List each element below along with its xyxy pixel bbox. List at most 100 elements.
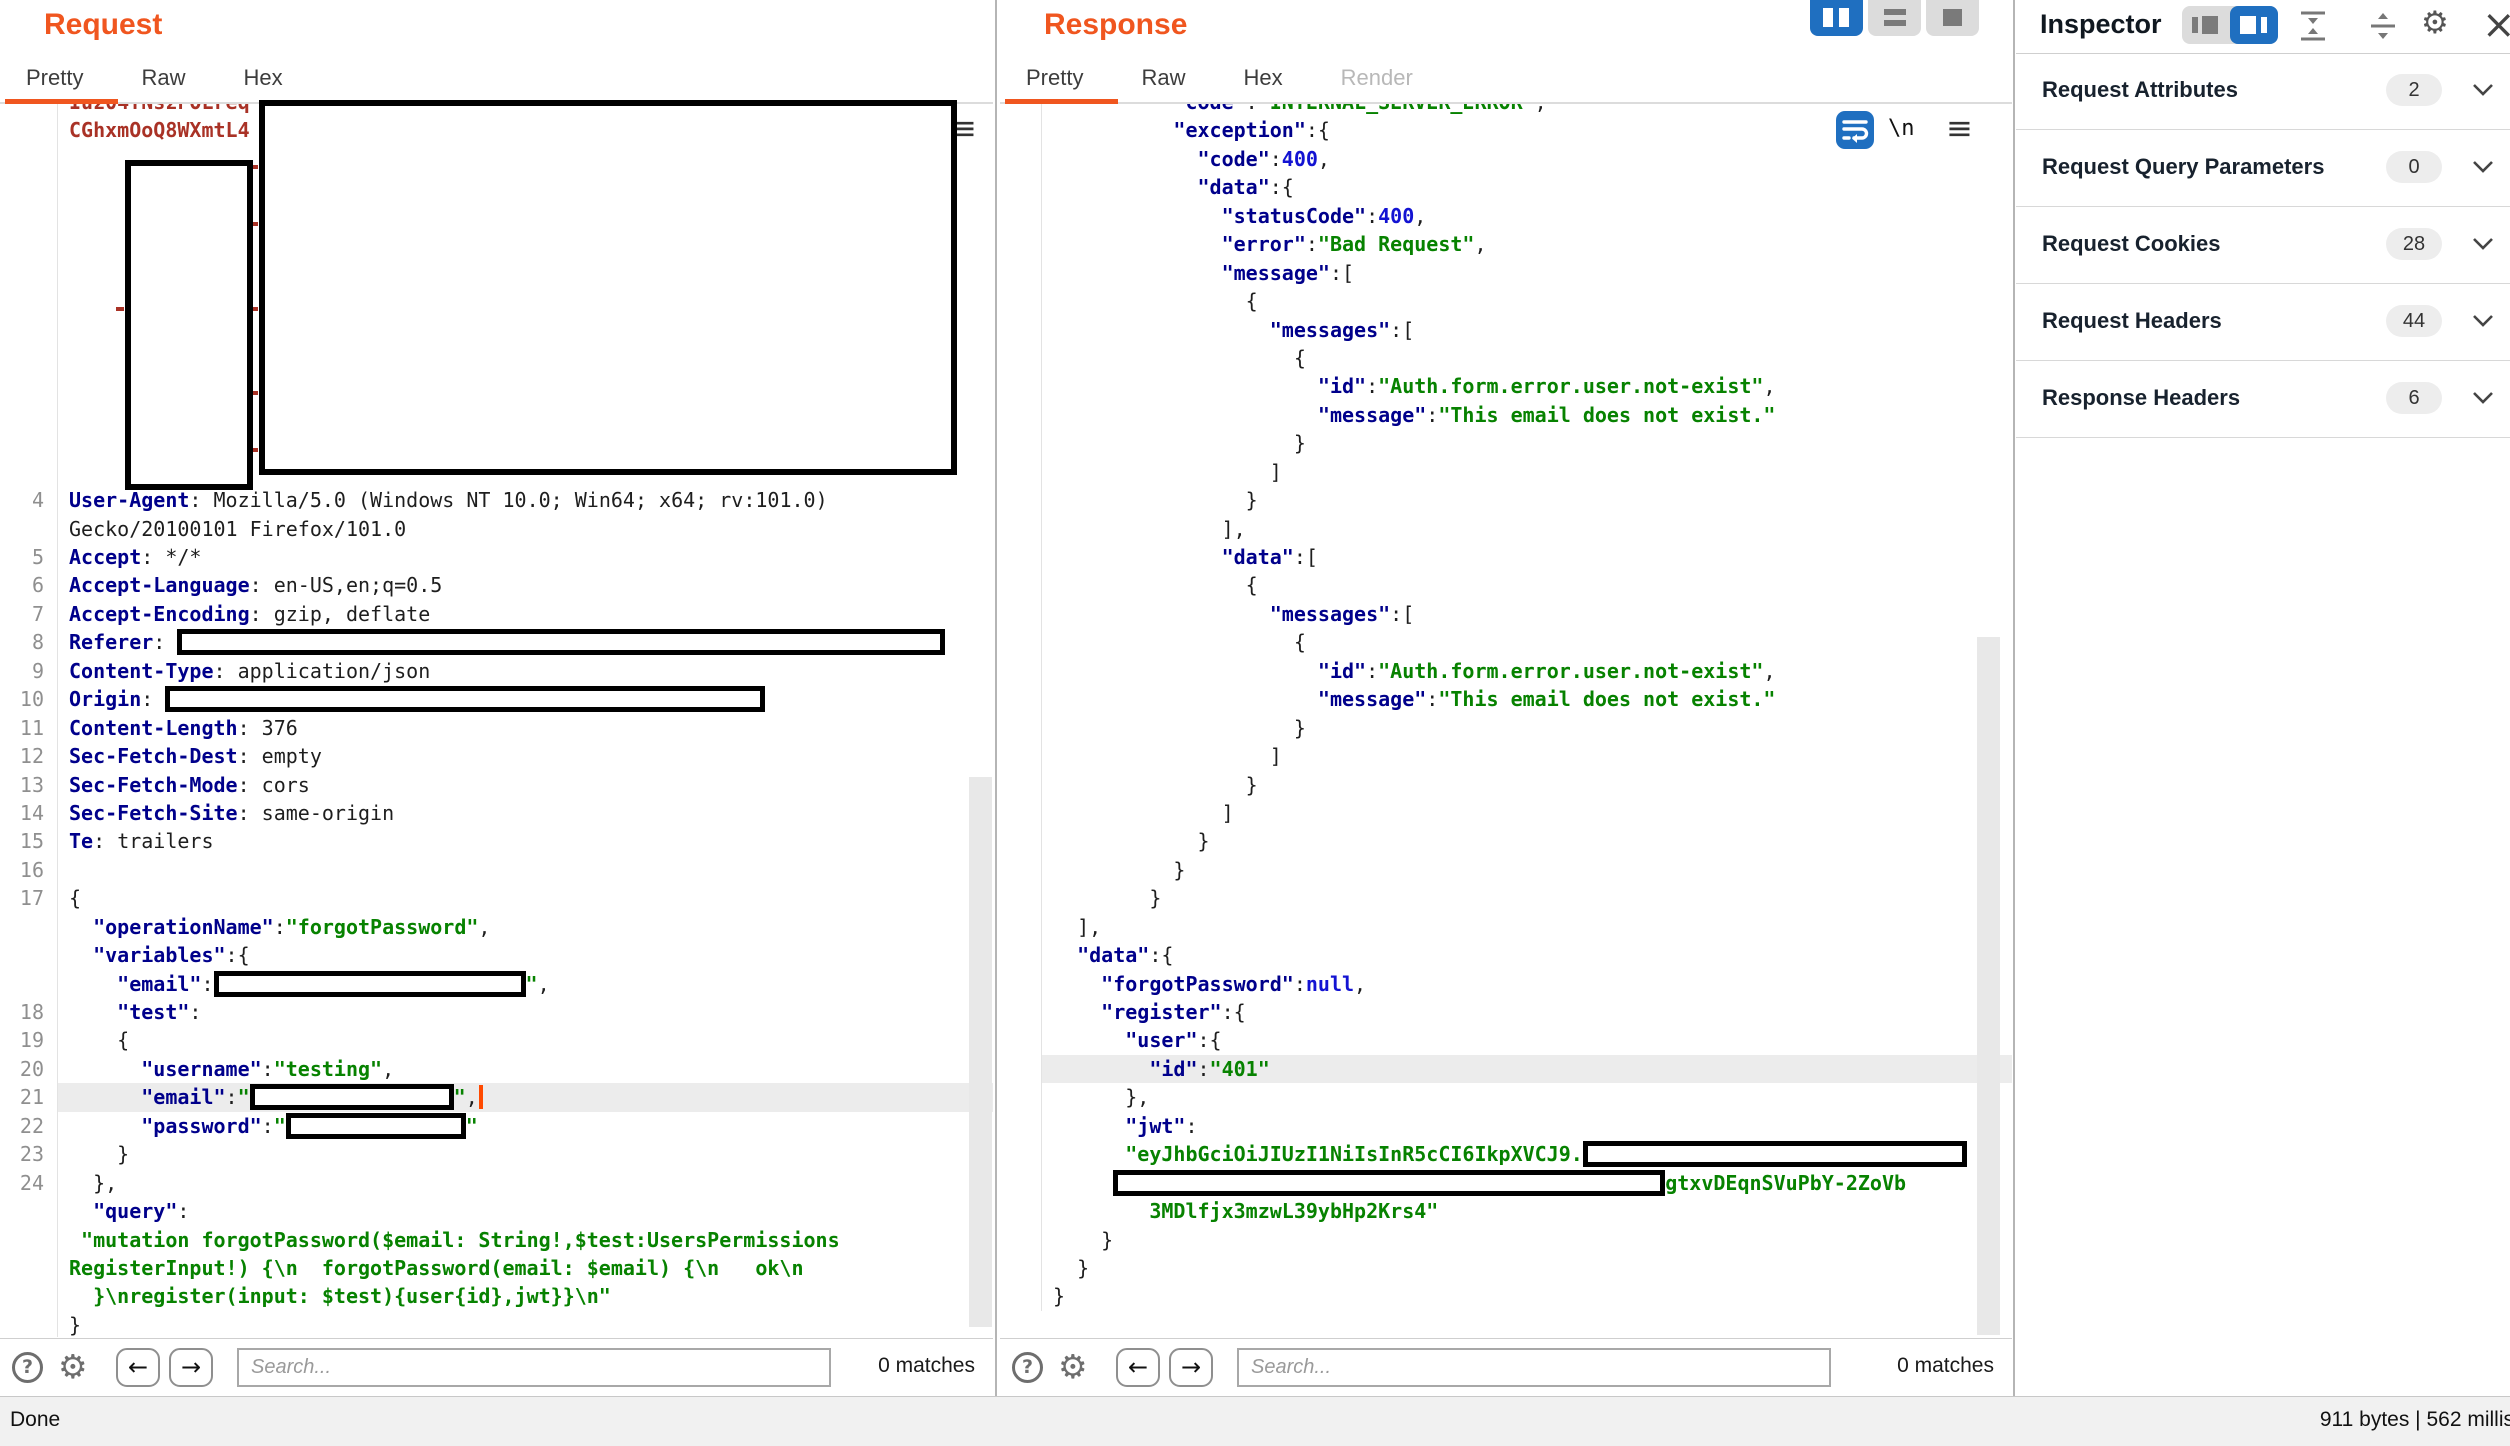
- code-line[interactable]: 10Origin:: [0, 685, 993, 713]
- panel-divider[interactable]: [2013, 0, 2015, 1396]
- response-scrollbar-thumb[interactable]: [1977, 637, 2000, 1335]
- code-line[interactable]: RegisterInput!) {\n forgotPassword(email…: [0, 1254, 993, 1282]
- code-line[interactable]: 16: [0, 856, 993, 884]
- code-line[interactable]: "user":{: [1000, 1026, 2012, 1054]
- inspector-settings-icon[interactable]: ⚙: [2421, 5, 2449, 41]
- code-line[interactable]: 18 "test":: [0, 998, 993, 1026]
- code-line[interactable]: }: [0, 1311, 993, 1337]
- inspector-section-request-cookies[interactable]: Request Cookies28: [2016, 207, 2510, 284]
- code-line[interactable]: 14Sec-Fetch-Site: same-origin: [0, 799, 993, 827]
- code-line[interactable]: "mutation forgotPassword($email: String!…: [0, 1226, 993, 1254]
- code-line[interactable]: 24 },: [0, 1169, 993, 1197]
- next-match-button[interactable]: →: [169, 1348, 213, 1387]
- code-line[interactable]: "code":"INTERNAL_SERVER_ERROR",: [1000, 104, 2012, 116]
- code-line[interactable]: }: [1000, 1226, 2012, 1254]
- code-line[interactable]: }: [1000, 771, 2012, 799]
- previous-match-button[interactable]: ←: [1116, 1348, 1160, 1387]
- layout-rows-button[interactable]: [1868, 0, 1921, 36]
- code-line[interactable]: 20 "username":"testing",: [0, 1055, 993, 1083]
- tab-hex[interactable]: Hex: [243, 56, 282, 100]
- inspector-view-right-button[interactable]: [2230, 6, 2278, 44]
- code-line[interactable]: "id":"Auth.form.error.user.not-exist",: [1000, 372, 2012, 400]
- code-line[interactable]: 22 "password":"": [0, 1112, 993, 1140]
- code-line[interactable]: }: [1000, 429, 2012, 457]
- code-line[interactable]: "jwt":: [1000, 1112, 2012, 1140]
- help-icon[interactable]: ?: [1012, 1352, 1043, 1383]
- code-line[interactable]: "register":{: [1000, 998, 2012, 1026]
- code-line[interactable]: "variables":{: [0, 941, 993, 969]
- code-line[interactable]: }\nregister(input: $test){user{id},jwt}}…: [0, 1282, 993, 1310]
- code-line[interactable]: "id":"Auth.form.error.user.not-exist",: [1000, 657, 2012, 685]
- code-line[interactable]: 3MDlfjx3mzwL39ybHp2Krs4": [1000, 1197, 2012, 1225]
- code-line[interactable]: "code":400,: [1000, 145, 2012, 173]
- inspector-view-left-button[interactable]: [2182, 6, 2230, 44]
- code-line[interactable]: 21 "email":"",: [0, 1083, 993, 1111]
- tab-pretty[interactable]: Pretty: [1026, 56, 1083, 100]
- code-line[interactable]: 5Accept: */*: [0, 543, 993, 571]
- code-line[interactable]: ]: [1000, 458, 2012, 486]
- code-line[interactable]: "messages":[: [1000, 316, 2012, 344]
- code-line[interactable]: }: [1000, 827, 2012, 855]
- code-line[interactable]: {: [1000, 628, 2012, 656]
- request-search-input[interactable]: [237, 1348, 831, 1387]
- code-line[interactable]: "statusCode":400,: [1000, 202, 2012, 230]
- layout-single-button[interactable]: [1926, 0, 1979, 36]
- code-line[interactable]: 19 {: [0, 1026, 993, 1054]
- expand-all-icon[interactable]: [2298, 10, 2328, 47]
- code-line[interactable]: }: [1000, 884, 2012, 912]
- chevron-down-icon[interactable]: [2472, 314, 2494, 333]
- chevron-down-icon[interactable]: [2472, 237, 2494, 256]
- code-line[interactable]: "data":{: [1000, 941, 2012, 969]
- previous-match-button[interactable]: ←: [116, 1348, 160, 1387]
- response-search-input[interactable]: [1237, 1348, 1831, 1387]
- code-line[interactable]: }: [1000, 1282, 2012, 1310]
- code-line[interactable]: "message":[: [1000, 259, 2012, 287]
- code-line[interactable]: "data":{: [1000, 173, 2012, 201]
- search-settings-icon[interactable]: ⚙: [1058, 1347, 1088, 1386]
- code-line[interactable]: 11Content-Length: 376: [0, 714, 993, 742]
- code-line[interactable]: "error":"Bad Request",: [1000, 230, 2012, 258]
- tab-render[interactable]: Render: [1341, 56, 1413, 100]
- code-line[interactable]: ]: [1000, 742, 2012, 770]
- layout-columns-button[interactable]: [1810, 0, 1863, 36]
- code-line[interactable]: "data":[: [1000, 543, 2012, 571]
- search-settings-icon[interactable]: ⚙: [58, 1347, 88, 1386]
- help-icon[interactable]: ?: [12, 1352, 43, 1383]
- code-line[interactable]: ],: [1000, 913, 2012, 941]
- code-line[interactable]: ],: [1000, 515, 2012, 543]
- code-line[interactable]: "id":"401": [1000, 1055, 2012, 1083]
- code-line[interactable]: }: [1000, 856, 2012, 884]
- request-scrollbar-thumb[interactable]: [969, 777, 992, 1327]
- code-line[interactable]: {: [1000, 571, 2012, 599]
- code-line[interactable]: {: [1000, 344, 2012, 372]
- code-line[interactable]: 23 }: [0, 1140, 993, 1168]
- chevron-down-icon[interactable]: [2472, 83, 2494, 102]
- code-line[interactable]: 8Referer:: [0, 628, 993, 656]
- tab-raw[interactable]: Raw: [141, 56, 185, 100]
- chevron-down-icon[interactable]: [2472, 391, 2494, 410]
- code-line[interactable]: {: [1000, 287, 2012, 315]
- code-line[interactable]: "eyJhbGciOiJIUzI1NiIsInR5cCI6IkpXVCJ9.: [1000, 1140, 2012, 1168]
- inspector-section-request-attributes[interactable]: Request Attributes2: [2016, 53, 2510, 130]
- code-line[interactable]: 7Accept-Encoding: gzip, deflate: [0, 600, 993, 628]
- code-line[interactable]: gtxvDEqnSVuPbY-2ZoVb: [1000, 1169, 2012, 1197]
- inspector-section-request-headers[interactable]: Request Headers44: [2016, 284, 2510, 361]
- code-line[interactable]: 17{: [0, 884, 993, 912]
- tab-pretty[interactable]: Pretty: [26, 56, 83, 100]
- code-line[interactable]: "query":: [0, 1197, 993, 1225]
- code-line[interactable]: "forgotPassword":null,: [1000, 970, 2012, 998]
- code-line[interactable]: ]: [1000, 799, 2012, 827]
- code-line[interactable]: "message":"This email does not exist.": [1000, 401, 2012, 429]
- chevron-down-icon[interactable]: [2472, 160, 2494, 179]
- code-line[interactable]: Gecko/20100101 Firefox/101.0: [0, 515, 993, 543]
- code-line[interactable]: 6Accept-Language: en-US,en;q=0.5: [0, 571, 993, 599]
- code-line[interactable]: "email":",: [0, 970, 993, 998]
- panel-divider[interactable]: [995, 0, 997, 1396]
- code-line[interactable]: 9Content-Type: application/json: [0, 657, 993, 685]
- code-line[interactable]: 12Sec-Fetch-Dest: empty: [0, 742, 993, 770]
- code-line[interactable]: "message":"This email does not exist.": [1000, 685, 2012, 713]
- code-line[interactable]: },: [1000, 1083, 2012, 1111]
- response-editor[interactable]: "code":"INTERNAL_SERVER_ERROR", "excepti…: [1000, 104, 2012, 1337]
- code-line[interactable]: 13Sec-Fetch-Mode: cors: [0, 771, 993, 799]
- next-match-button[interactable]: →: [1169, 1348, 1213, 1387]
